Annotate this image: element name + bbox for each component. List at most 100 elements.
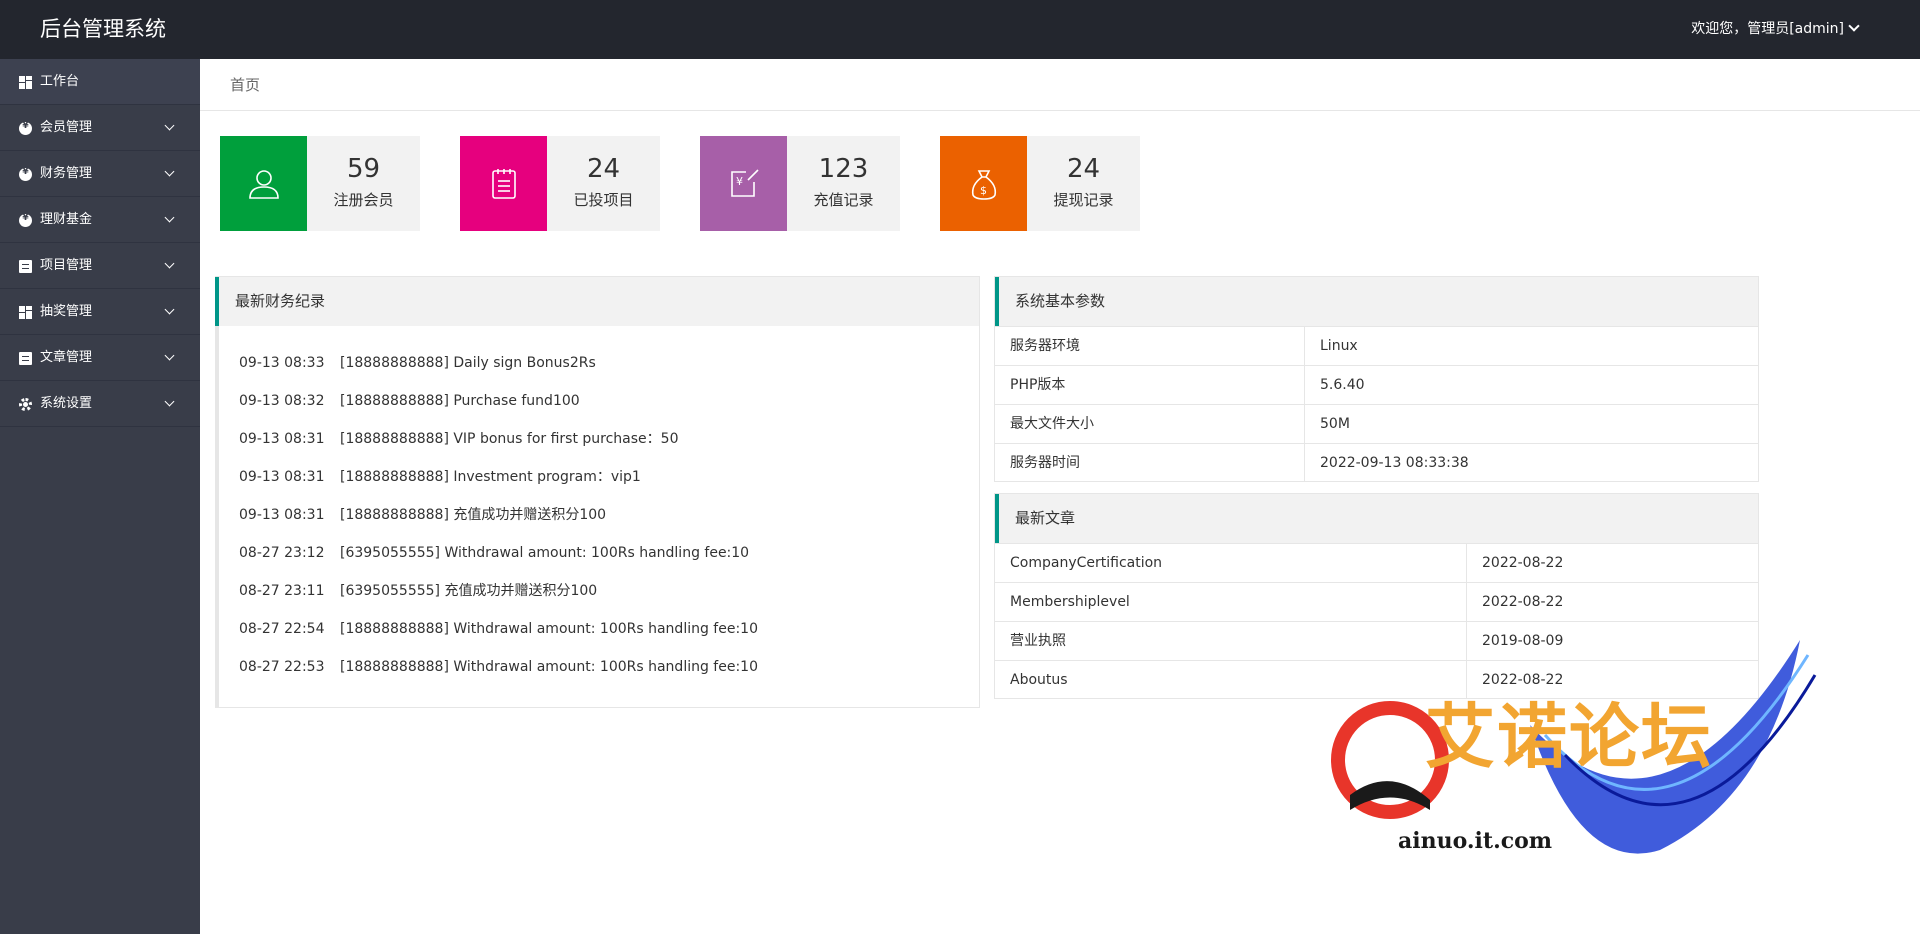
stat-label: 注册会员 bbox=[333, 191, 394, 209]
param-value: 50M bbox=[1320, 416, 1350, 432]
finance-log-list: 09-13 08:33 [18888888888] Daily sign Bonu… bbox=[219, 326, 979, 686]
money-bag-icon: $ bbox=[940, 136, 1027, 231]
list-item: 08-27 22:54 [18888888888] Withdrawal amou… bbox=[219, 610, 979, 648]
latest-articles-panel: 最新文章 CompanyCertification 2022-08-22 Memb… bbox=[994, 493, 1759, 699]
log-text: [18888888888] VIP bonus for first purcha… bbox=[340, 431, 679, 447]
sidebar-item-articles[interactable]: 文章管理 bbox=[0, 335, 200, 381]
log-text: [18888888888] Daily sign Bonus2Rs bbox=[340, 355, 596, 371]
svg-text:¥: ¥ bbox=[736, 175, 743, 188]
yen-circle-icon bbox=[19, 213, 32, 227]
sidebar-item-label: 抽奖管理 bbox=[40, 304, 93, 319]
table-row[interactable]: 营业执照 2019-08-09 bbox=[995, 621, 1758, 660]
log-text: [18888888888] 充值成功并赠送积分100 bbox=[340, 507, 607, 523]
sidebar-item-label: 理财基金 bbox=[40, 212, 93, 227]
document-icon bbox=[19, 260, 32, 273]
log-time: 08-27 22:54 bbox=[239, 621, 325, 637]
param-name: 最大文件大小 bbox=[995, 405, 1305, 443]
user-icon bbox=[220, 136, 307, 231]
stat-label: 已投项目 bbox=[573, 191, 634, 209]
article-date: 2022-08-22 bbox=[1482, 672, 1564, 688]
table-row[interactable]: Aboutus 2022-08-22 bbox=[995, 660, 1758, 699]
panel-title: 最新文章 bbox=[995, 494, 1758, 543]
sidebar-item-settings[interactable]: 系统设置 bbox=[0, 381, 200, 427]
panel-title: 系统基本参数 bbox=[995, 277, 1758, 326]
clipboard-icon bbox=[460, 136, 547, 231]
sidebar-item-finance[interactable]: 财务管理 bbox=[0, 151, 200, 197]
log-text: [18888888888] Purchase fund100 bbox=[340, 393, 580, 409]
gear-icon bbox=[19, 398, 32, 411]
chevron-down-icon bbox=[164, 396, 175, 407]
article-title[interactable]: Membershiplevel bbox=[995, 583, 1467, 621]
recharge-icon: ¥ bbox=[700, 136, 787, 231]
log-text: [6395055555] 充值成功并赠送积分100 bbox=[340, 583, 598, 599]
log-text: [6395055555] Withdrawal amount: 100Rs ha… bbox=[340, 545, 750, 561]
user-menu[interactable]: 欢迎您，管理员[admin] bbox=[1691, 0, 1860, 59]
article-date: 2019-08-09 bbox=[1482, 633, 1564, 649]
article-title[interactable]: Aboutus bbox=[995, 661, 1467, 699]
chevron-down-icon bbox=[164, 304, 175, 315]
log-time: 09-13 08:32 bbox=[239, 393, 325, 409]
breadcrumb-home[interactable]: 首页 bbox=[230, 76, 260, 94]
sidebar-item-funds[interactable]: 理财基金 bbox=[0, 197, 200, 243]
table-row[interactable]: CompanyCertification 2022-08-22 bbox=[995, 543, 1758, 582]
list-item: 09-13 08:32 [18888888888] Purchase fund10… bbox=[219, 382, 979, 420]
table-row: PHP版本 5.6.40 bbox=[995, 365, 1758, 404]
log-text: [18888888888] Withdrawal amount: 100Rs h… bbox=[340, 659, 758, 675]
table-row: 服务器环境 Linux bbox=[995, 326, 1758, 365]
article-date: 2022-08-22 bbox=[1482, 594, 1564, 610]
article-title[interactable]: CompanyCertification bbox=[995, 544, 1467, 582]
log-text: [18888888888] Investment program：vip1 bbox=[340, 469, 641, 485]
chevron-down-icon bbox=[164, 166, 175, 177]
table-row: 服务器时间 2022-09-13 08:33:38 bbox=[995, 443, 1758, 482]
main-content: 首页 59 注册会员 24 已投项目 ¥ 123 充值记录 $ 24 提现记录 … bbox=[200, 59, 1920, 934]
sidebar-item-label: 系统设置 bbox=[40, 396, 93, 411]
stat-value: 59 bbox=[346, 154, 381, 184]
param-name: 服务器时间 bbox=[995, 444, 1305, 482]
dashboard-grid-icon bbox=[19, 76, 32, 89]
list-item: 09-13 08:31 [18888888888] VIP bonus for f… bbox=[219, 420, 979, 458]
table-row[interactable]: Membershiplevel 2022-08-22 bbox=[995, 582, 1758, 621]
param-value: Linux bbox=[1320, 338, 1358, 354]
log-time: 09-13 08:31 bbox=[239, 469, 325, 485]
log-time: 08-27 23:11 bbox=[239, 583, 325, 599]
chevron-down-icon bbox=[1848, 20, 1860, 32]
stat-value: 123 bbox=[818, 154, 869, 184]
user-greeting: 欢迎您，管理员[admin] bbox=[1691, 21, 1844, 37]
dashboard-grid-icon bbox=[19, 306, 32, 319]
chevron-down-icon bbox=[164, 350, 175, 361]
chevron-down-icon bbox=[164, 258, 175, 269]
param-name: 服务器环境 bbox=[995, 327, 1305, 365]
log-time: 09-13 08:31 bbox=[239, 431, 325, 447]
log-time: 08-27 22:53 bbox=[239, 659, 325, 675]
sidebar-item-lottery[interactable]: 抽奖管理 bbox=[0, 289, 200, 335]
stat-card-withdraw[interactable]: $ 24 提现记录 bbox=[940, 136, 1140, 231]
sidebar-item-label: 项目管理 bbox=[40, 258, 93, 273]
sidebar-item-dashboard[interactable]: 工作台 bbox=[0, 59, 200, 105]
sidebar-item-members[interactable]: 会员管理 bbox=[0, 105, 200, 151]
chevron-down-icon bbox=[164, 212, 175, 223]
sidebar-item-label: 工作台 bbox=[40, 74, 80, 89]
list-item: 09-13 08:31 [18888888888] 充值成功并赠送积分100 bbox=[219, 496, 979, 534]
log-time: 09-13 08:33 bbox=[239, 355, 325, 371]
stat-card-projects[interactable]: 24 已投项目 bbox=[460, 136, 660, 231]
panel-title: 最新财务纪录 bbox=[215, 277, 979, 326]
article-title[interactable]: 营业执照 bbox=[995, 622, 1467, 660]
yen-circle-icon bbox=[19, 167, 32, 181]
finance-records-panel: 最新财务纪录 09-13 08:33 [18888888888] Daily si… bbox=[215, 276, 980, 708]
log-text: [18888888888] Withdrawal amount: 100Rs h… bbox=[340, 621, 758, 637]
chevron-down-icon bbox=[164, 120, 175, 131]
stat-card-members[interactable]: 59 注册会员 bbox=[220, 136, 420, 231]
log-time: 09-13 08:31 bbox=[239, 507, 325, 523]
stat-value: 24 bbox=[586, 154, 621, 184]
stat-value: 24 bbox=[1066, 154, 1101, 184]
stat-label: 充值记录 bbox=[813, 191, 874, 209]
list-item: 09-13 08:33 [18888888888] Daily sign Bonu… bbox=[219, 344, 979, 382]
log-time: 08-27 23:12 bbox=[239, 545, 325, 561]
sidebar-item-projects[interactable]: 项目管理 bbox=[0, 243, 200, 289]
system-params-panel: 系统基本参数 服务器环境 Linux PHP版本 5.6.40 最大文件大小 50M … bbox=[994, 276, 1759, 482]
list-item: 09-13 08:31 [18888888888] Investment prog… bbox=[219, 458, 979, 496]
article-date: 2022-08-22 bbox=[1482, 555, 1564, 571]
stat-card-recharge[interactable]: ¥ 123 充值记录 bbox=[700, 136, 900, 231]
stat-label: 提现记录 bbox=[1053, 191, 1114, 209]
table-row: 最大文件大小 50M bbox=[995, 404, 1758, 443]
